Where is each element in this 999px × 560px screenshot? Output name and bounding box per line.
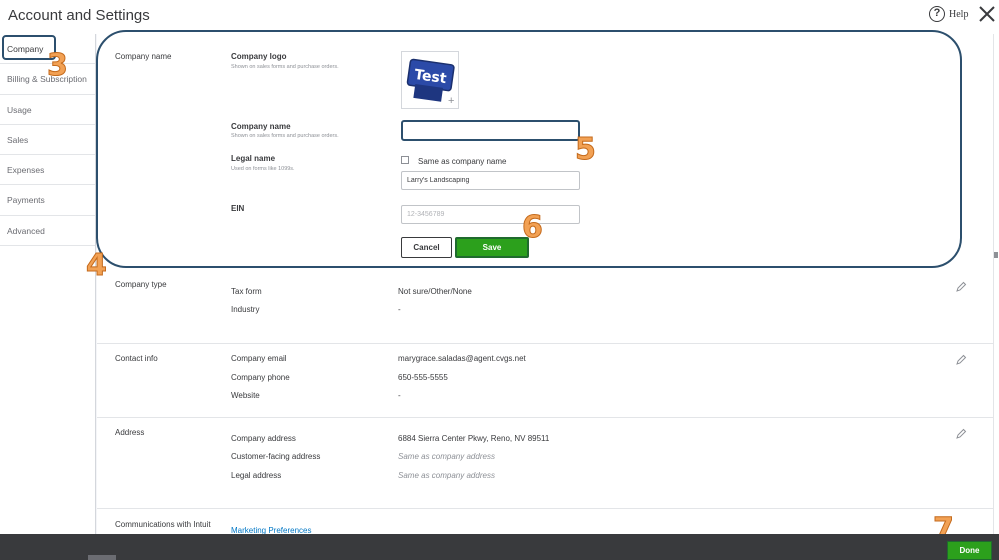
sidebar-item-company[interactable]: Company [0, 34, 95, 65]
company-name-hint: Shown on sales forms and purchase orders… [231, 133, 339, 139]
help-link[interactable]: Help [949, 9, 968, 20]
sidebar-item-advanced[interactable]: Advanced [0, 216, 95, 247]
tax-form-label: Tax form [231, 287, 262, 296]
save-button[interactable]: Save [455, 237, 529, 258]
add-logo-icon[interactable]: + [448, 95, 454, 107]
ein-input[interactable] [401, 205, 580, 224]
same-as-company-label: Same as company name [418, 157, 507, 166]
settings-sidebar: Company Billing & Subscription Usage Sal… [0, 34, 96, 534]
divider [97, 508, 993, 509]
communications-section-title: Communications with Intuit [115, 520, 211, 529]
company-phone-label: Company phone [231, 373, 290, 382]
industry-label: Industry [231, 305, 260, 314]
company-email-value: marygrace.saladas@agent.cvgs.net [398, 354, 526, 363]
footer-tab [88, 555, 116, 560]
sidebar-item-billing[interactable]: Billing & Subscription [0, 64, 95, 95]
edit-address-icon[interactable] [955, 428, 967, 440]
footer-bar [0, 534, 999, 560]
sidebar-item-payments[interactable]: Payments [0, 185, 95, 216]
company-address-label: Company address [231, 434, 296, 443]
website-label: Website [231, 391, 260, 400]
close-icon[interactable] [978, 5, 996, 23]
ein-label: EIN [231, 204, 245, 213]
header: Account and Settings ? Help [0, 0, 999, 34]
help-icon[interactable]: ? [929, 6, 945, 22]
contact-info-section-title: Contact info [115, 354, 158, 363]
divider [97, 417, 993, 418]
divider [97, 343, 993, 344]
company-type-section-title: Company type [115, 280, 167, 289]
legal-address-value: Same as company address [398, 471, 495, 480]
legal-name-input[interactable] [401, 171, 580, 190]
company-email-label: Company email [231, 354, 287, 363]
company-name-label: Company name [231, 122, 291, 131]
company-logo-hint: Shown on sales forms and purchase orders… [231, 64, 339, 70]
scrollbar[interactable] [993, 34, 999, 534]
scrollbar-thumb[interactable] [994, 252, 998, 258]
legal-address-label: Legal address [231, 471, 282, 480]
cancel-button[interactable]: Cancel [401, 237, 452, 258]
industry-value: - [398, 305, 401, 314]
sidebar-item-usage[interactable]: Usage [0, 95, 95, 125]
edit-contact-info-icon[interactable] [955, 354, 967, 366]
company-name-input[interactable] [401, 120, 580, 141]
sidebar-item-expenses[interactable]: Expenses [0, 155, 95, 186]
company-logo-label: Company logo [231, 52, 287, 61]
website-value: - [398, 391, 401, 400]
company-phone-value: 650-555-5555 [398, 373, 448, 382]
legal-name-hint: Used on forms like 1099s. [231, 166, 295, 172]
legal-name-label: Legal name [231, 154, 276, 163]
company-address-value: 6884 Sierra Center Pkwy, Reno, NV 89511 [398, 434, 550, 443]
customer-facing-address-value: Same as company address [398, 452, 495, 461]
company-name-section-title: Company name [115, 52, 172, 61]
edit-company-type-icon[interactable] [955, 281, 967, 293]
done-button[interactable]: Done [947, 541, 992, 560]
customer-facing-address-label: Customer-facing address [231, 452, 321, 461]
tax-form-value: Not sure/Other/None [398, 287, 472, 296]
page-title: Account and Settings [8, 7, 150, 24]
address-section-title: Address [115, 428, 145, 437]
sidebar-item-sales[interactable]: Sales [0, 125, 95, 156]
company-name-edit-panel [96, 30, 962, 268]
same-as-company-checkbox[interactable] [401, 156, 409, 164]
